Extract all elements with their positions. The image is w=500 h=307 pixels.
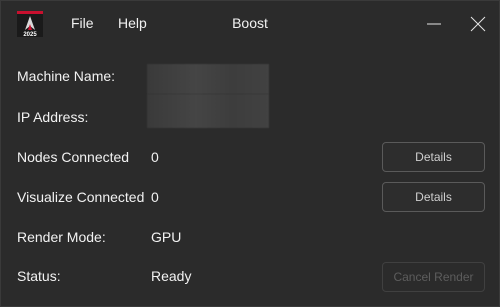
visualize-connected-value: 0 — [151, 189, 159, 205]
render-mode-label: Render Mode: — [17, 229, 106, 245]
ip-address-value — [147, 94, 269, 128]
svg-text:2025: 2025 — [23, 32, 37, 37]
minimize-icon — [427, 23, 441, 25]
close-button[interactable] — [455, 1, 500, 47]
machine-name-value — [147, 64, 269, 94]
boost-window: 2025 File Help Boost Machine Name: IP Ad… — [0, 0, 500, 307]
machine-name-label: Machine Name: — [17, 68, 116, 84]
nodes-connected-value: 0 — [151, 149, 159, 165]
status-value: Ready — [151, 268, 192, 284]
visualize-details-button[interactable]: Details — [382, 182, 485, 212]
ip-address-label: IP Address: — [17, 109, 89, 125]
visualize-connected-label: Visualize Connected — [17, 189, 145, 205]
close-icon — [470, 16, 486, 32]
status-label: Status: — [17, 268, 61, 284]
render-mode-value: GPU — [151, 229, 182, 245]
nodes-connected-label: Nodes Connected — [17, 149, 130, 165]
cancel-render-button[interactable]: Cancel Render — [382, 262, 485, 292]
title-bar: 2025 File Help Boost — [1, 1, 499, 47]
minimize-button[interactable] — [411, 1, 457, 47]
nodes-details-button[interactable]: Details — [382, 142, 485, 172]
